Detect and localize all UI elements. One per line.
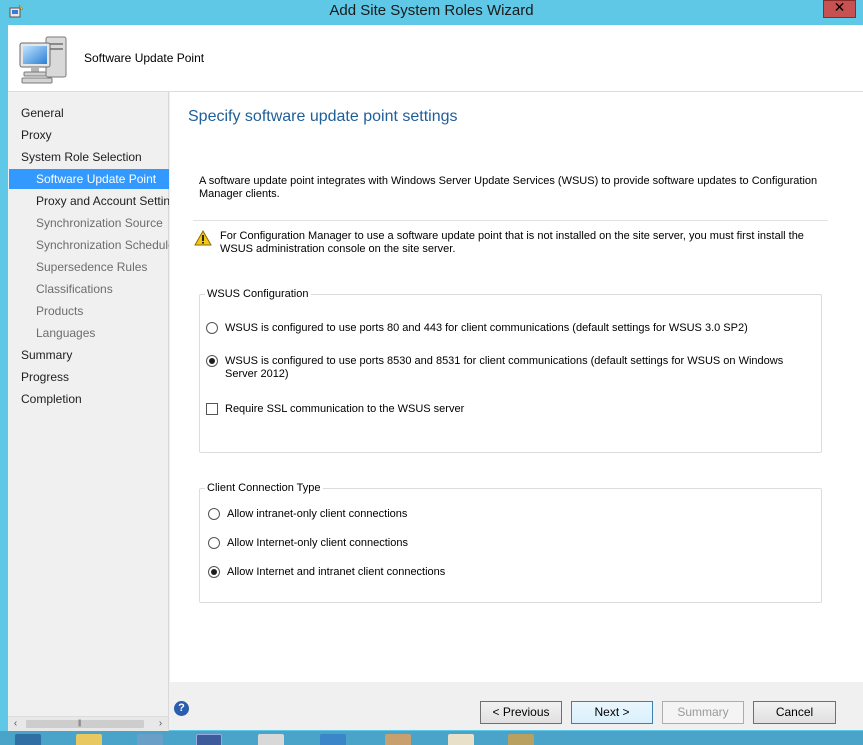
nav-item-proxy: Proxy xyxy=(21,128,52,142)
page-description: A software update point integrates with … xyxy=(199,175,818,200)
wizard-window: Software Update Point General Proxy Syst… xyxy=(8,25,863,731)
next-button[interactable]: Next > xyxy=(571,701,653,724)
scrollbar-thumb[interactable] xyxy=(26,720,144,728)
radio-intranet-only-label: Allow intranet-only client connections xyxy=(227,508,408,520)
warning-text: For Configuration Manager to use a softw… xyxy=(220,230,804,255)
radio-wsus-ports-8530-8531-label: WSUS is configured to use ports 8530 and… xyxy=(225,355,784,380)
client-connection-type-legend: Client Connection Type xyxy=(207,482,321,494)
radio-button[interactable] xyxy=(206,355,218,367)
nav-item-proxy-and-account-settings: Proxy and Account Settings xyxy=(36,194,169,208)
taskbar-app-icon[interactable] xyxy=(137,734,163,745)
radio-internet-and-intranet[interactable]: Allow Internet and intranet client conne… xyxy=(208,566,808,580)
header-title: Software Update Point xyxy=(84,51,205,65)
taskbar-notepad-icon[interactable] xyxy=(448,734,474,745)
summary-button[interactable]: Summary xyxy=(662,701,744,724)
cancel-button[interactable]: Cancel xyxy=(753,701,836,724)
nav-item-general: General xyxy=(21,106,64,120)
nav-item-supersedence-rules: Supersedence Rules xyxy=(36,260,148,274)
close-button[interactable]: ✕ xyxy=(823,0,856,18)
require-ssl-checkbox[interactable]: Require SSL communication to the WSUS se… xyxy=(206,403,806,417)
wizard-nav: General Proxy System Role Selection Soft… xyxy=(8,92,169,731)
radio-internet-only[interactable]: Allow Internet-only client connections xyxy=(208,537,808,551)
nav-horizontal-scrollbar[interactable]: ‹ ||| › xyxy=(8,716,168,731)
warning-icon xyxy=(194,230,212,246)
nav-item-progress: Progress xyxy=(21,370,70,384)
radio-internet-only-label: Allow Internet-only client connections xyxy=(227,537,408,549)
nav-item-system-role-selection: System Role Selection xyxy=(21,150,142,164)
title-bar: Add Site System Roles Wizard ✕ xyxy=(0,0,863,24)
taskbar-browser-icon[interactable] xyxy=(320,734,346,745)
taskbar-server-manager-icon[interactable] xyxy=(15,734,41,745)
require-ssl-label: Require SSL communication to the WSUS se… xyxy=(225,403,465,415)
radio-button[interactable] xyxy=(208,566,220,578)
close-icon: ✕ xyxy=(833,0,846,16)
taskbar-config-manager-icon[interactable] xyxy=(196,734,222,745)
nav-item-classifications: Classifications xyxy=(36,282,113,296)
nav-item-products: Products xyxy=(36,304,84,318)
radio-button[interactable] xyxy=(206,322,218,334)
divider xyxy=(193,220,828,221)
radio-wsus-ports-80-443[interactable]: WSUS is configured to use ports 80 and 4… xyxy=(206,322,806,336)
help-icon[interactable]: ? xyxy=(174,701,189,716)
radio-internet-and-intranet-label: Allow Internet and intranet client conne… xyxy=(227,566,446,578)
taskbar xyxy=(0,731,863,745)
scrollbar-grip-icon: ||| xyxy=(78,720,82,727)
previous-button[interactable]: < Previous xyxy=(480,701,562,724)
taskbar-mail-icon[interactable] xyxy=(258,734,284,745)
nav-item-synchronization-schedule: Synchronization Schedule xyxy=(36,238,169,252)
wsus-configuration-legend: WSUS Configuration xyxy=(207,288,309,300)
nav-item-summary: Summary xyxy=(21,348,73,362)
content-area: General Proxy System Role Selection Soft… xyxy=(8,91,863,731)
taskbar-file-explorer-icon[interactable] xyxy=(76,734,102,745)
nav-item-languages: Languages xyxy=(36,326,96,340)
taskbar-tools-icon[interactable] xyxy=(508,734,534,745)
window-title: Add Site System Roles Wizard xyxy=(329,2,534,19)
nav-item-completion: Completion xyxy=(21,392,82,406)
scroll-left-icon[interactable]: ‹ xyxy=(8,717,23,731)
checkbox[interactable] xyxy=(206,403,218,415)
radio-button[interactable] xyxy=(208,508,220,520)
main-panel: Specify software update point settings A… xyxy=(170,92,863,682)
computer-icon xyxy=(19,36,67,84)
nav-item-synchronization-source: Synchronization Source xyxy=(36,216,163,230)
radio-button[interactable] xyxy=(208,537,220,549)
page-title: Specify software update point settings xyxy=(188,108,458,125)
taskbar-paint-icon[interactable] xyxy=(385,734,411,745)
radio-wsus-ports-80-443-label: WSUS is configured to use ports 80 and 4… xyxy=(225,322,748,334)
radio-intranet-only[interactable]: Allow intranet-only client connections xyxy=(208,508,808,522)
scroll-right-icon[interactable]: › xyxy=(153,717,168,731)
wizard-header: Software Update Point xyxy=(8,25,863,91)
radio-wsus-ports-8530-8531[interactable]: WSUS is configured to use ports 8530 and… xyxy=(206,355,806,383)
nav-item-software-update-point: Software Update Point xyxy=(9,169,169,189)
